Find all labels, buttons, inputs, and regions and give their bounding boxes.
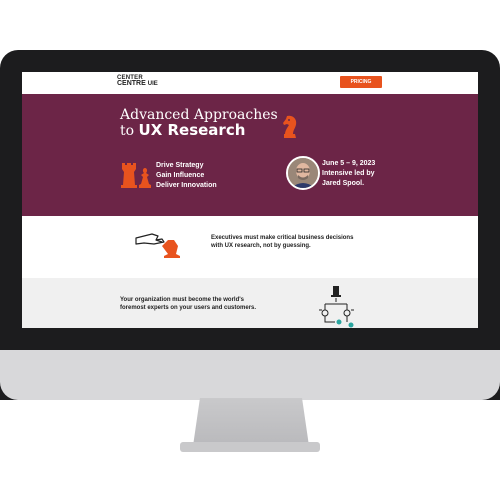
organization-section: Your organization must become the world'…	[22, 278, 478, 328]
pricing-button[interactable]: PRICING	[340, 76, 382, 88]
executives-text: Executives must make critical business d…	[211, 234, 381, 250]
monitor-base	[180, 442, 320, 452]
logo-line2: CENTRE	[117, 80, 146, 87]
bullet-item: Deliver Innovation	[156, 182, 217, 189]
screen: CENTER CENTRE UIE PRICING Advanced Approa…	[22, 72, 478, 328]
executives-line: with UX research, not by guessing.	[211, 243, 311, 249]
bullet-item: Drive Strategy	[156, 162, 204, 169]
event-details: June 5 – 9, 2023 Intensive led by Jared …	[322, 159, 402, 189]
knight-icon	[283, 115, 297, 138]
hero-section: Advanced Approaches to UX Research Drive…	[22, 94, 478, 216]
title-to: to	[120, 123, 139, 139]
executives-section: Executives must make critical business d…	[22, 216, 478, 278]
title-bold: UX Research	[138, 121, 246, 139]
avatar	[286, 156, 320, 190]
monitor-stand	[193, 398, 309, 446]
flowchart-icon	[319, 286, 354, 328]
organization-text: Your organization must become the world'…	[120, 296, 300, 312]
title-line2: to UX Research	[120, 123, 280, 139]
logo[interactable]: CENTER CENTRE UIE	[117, 75, 179, 91]
bullet-item: Gain Influence	[156, 172, 205, 179]
monitor-chin	[0, 350, 500, 400]
logo-line2-wrap: CENTRE UIE	[117, 80, 179, 87]
organization-line: Your organization must become the world'…	[120, 297, 244, 303]
executives-line: Executives must make critical business d…	[211, 235, 354, 241]
organization-line: foremost experts on your users and custo…	[120, 305, 257, 311]
hero-bullets: Drive Strategy Gain Influence Deliver In…	[156, 161, 217, 191]
hand-chess-piece-icon	[135, 233, 180, 258]
hero-title: Advanced Approaches to UX Research	[120, 108, 280, 139]
rooks-icon	[121, 163, 151, 188]
event-date: June 5 – 9, 2023	[322, 160, 376, 167]
logo-brand: UIE	[147, 81, 158, 87]
event-line: Intensive led by	[322, 170, 375, 177]
event-line: Jared Spool.	[322, 180, 365, 187]
header-bar: CENTER CENTRE UIE PRICING	[22, 72, 478, 95]
